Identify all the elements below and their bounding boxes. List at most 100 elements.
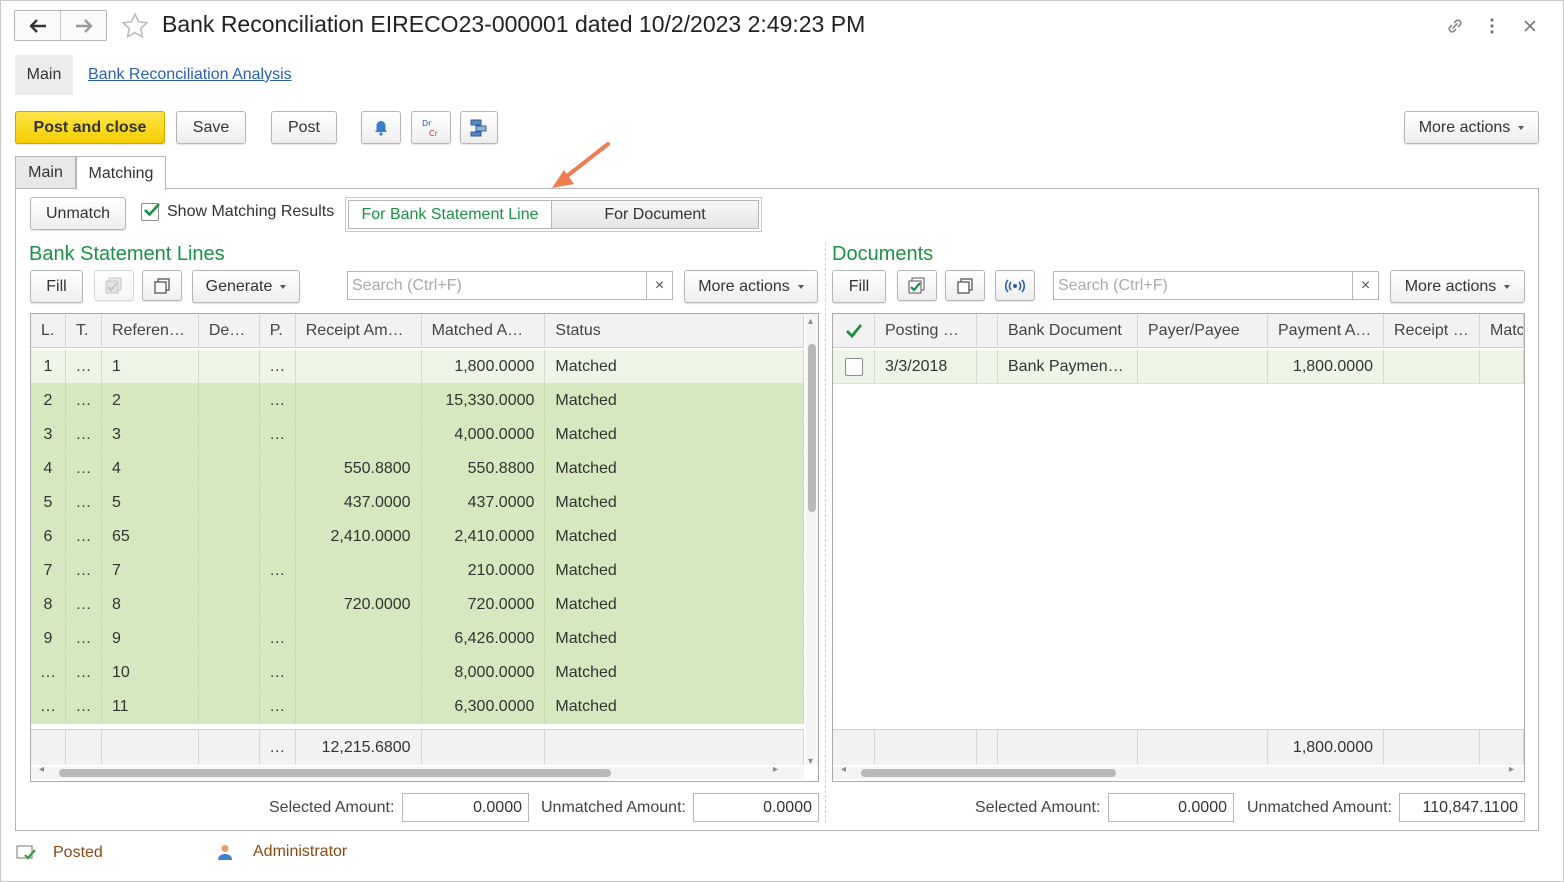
chevron-down-icon [1504, 284, 1511, 289]
documents-column-header[interactable]: Posting … [875, 314, 977, 347]
post-button[interactable]: Post [271, 111, 337, 144]
scroll-right-icon[interactable]: ▸ [773, 764, 778, 775]
doc-unmatched-amount-field[interactable]: 110,847.1100 [1399, 793, 1525, 822]
documents-more-actions-button[interactable]: More actions [1390, 270, 1525, 303]
scroll-thumb[interactable] [861, 769, 1116, 777]
reference-cell: 11 [102, 690, 199, 723]
tab-main[interactable]: Main [15, 156, 76, 189]
forward-button[interactable] [60, 11, 106, 40]
notification-button[interactable] [361, 111, 401, 144]
payee-cell: … [260, 690, 296, 723]
menu-button[interactable] [1480, 14, 1504, 38]
bank-lines-table-row[interactable]: 1… 1… 1,800.0000 Matched [31, 350, 804, 384]
bank-lines-column-header[interactable]: T. [66, 314, 102, 347]
documents-horizontal-scrollbar[interactable]: ◂ ▸ [833, 764, 1524, 779]
dr-cr-button[interactable]: Dr Cr [411, 111, 451, 144]
bank-lines-column-header[interactable]: Referen… [102, 314, 199, 347]
scroll-thumb[interactable] [808, 344, 816, 512]
documents-search-input[interactable] [1054, 272, 1352, 299]
more-actions-button[interactable]: More actions [1404, 111, 1539, 144]
close-button[interactable] [1518, 14, 1542, 38]
documents-table-row[interactable]: 3/3/2018 Bank Paymen… 1,800.0000 [833, 350, 1524, 384]
spacer-cell [977, 730, 998, 765]
bank-lines-column-header[interactable]: Receipt Am… [296, 314, 422, 347]
payee-cell: … [260, 622, 296, 655]
bank-lines-search-clear-button[interactable]: × [646, 272, 672, 299]
link-bank-reconciliation-analysis[interactable]: Bank Reconciliation Analysis [88, 66, 292, 84]
bank-lines-table-row[interactable]: 6… 65 2,410.0000 2,410.0000 Matched [31, 520, 804, 554]
post-and-close-button[interactable]: Post and close [15, 111, 165, 144]
scroll-right-icon[interactable]: ▸ [1509, 764, 1514, 775]
bank-lines-column-header[interactable]: Matched A… [422, 314, 546, 347]
structure-button[interactable] [460, 111, 498, 144]
documents-column-header[interactable]: Payment A… [1268, 314, 1384, 347]
scroll-up-icon[interactable]: ▴ [808, 316, 813, 327]
bank-lines-table-row[interactable]: 4… 4 550.8800 550.8800 Matched [31, 452, 804, 486]
payee-cell [260, 520, 296, 553]
documents-column-header[interactable]: Payer/Payee [1138, 314, 1268, 347]
description-cell [199, 656, 260, 689]
bank-lines-table-row[interactable]: 7… 7… 210.0000 Matched [31, 554, 804, 588]
bank-lines-table-row[interactable]: …… 11… 6,300.0000 Matched [31, 690, 804, 724]
documents-search-clear-button[interactable]: × [1352, 272, 1378, 299]
documents-column-header[interactable]: Bank Document [998, 314, 1138, 347]
bank-lines-search-input[interactable] [348, 272, 646, 299]
doc-selected-amount-field[interactable]: 0.0000 [1108, 793, 1234, 822]
bank-lines-select-all-button[interactable] [94, 270, 134, 301]
back-button[interactable] [15, 11, 60, 40]
status-cell: Matched [545, 350, 804, 383]
bank-lines-table-row[interactable]: 3… 3… 4,000.0000 Matched [31, 418, 804, 452]
bank-lines-header-row[interactable]: L. T. Referen… De… P. Receipt Am… Matched A… St… [31, 314, 804, 348]
documents-column-header[interactable] [833, 314, 875, 347]
documents-column-header[interactable]: Matc [1480, 314, 1524, 347]
documents-column-header[interactable]: Receipt … [1384, 314, 1480, 347]
scroll-left-icon[interactable]: ◂ [39, 764, 44, 775]
receipt-amount-cell [296, 350, 422, 383]
show-matching-results-checkbox[interactable] [141, 203, 160, 221]
favorite-star-button[interactable] [118, 9, 152, 43]
row-select-checkbox[interactable] [844, 357, 863, 376]
annotation-arrow-icon [552, 142, 610, 188]
scroll-left-icon[interactable]: ◂ [841, 764, 846, 775]
documents-select-all-button[interactable] [897, 270, 937, 301]
toggle-for-document[interactable]: For Document [552, 201, 758, 228]
documents-copy-button[interactable] [945, 270, 985, 301]
save-button[interactable]: Save [176, 111, 246, 144]
clear-icon: × [654, 276, 665, 294]
scroll-thumb[interactable] [59, 769, 611, 777]
bank-lines-column-header[interactable]: De… [199, 314, 260, 347]
toplink-main[interactable]: Main [15, 55, 73, 95]
bank-lines-table-row[interactable]: 8… 8 720.0000 720.0000 Matched [31, 588, 804, 622]
bank-lines-column-header[interactable]: L. [31, 314, 66, 347]
bank-lines-table-row[interactable]: 2… 2… 15,330.0000 Matched [31, 384, 804, 418]
bank-lines-table-row[interactable]: 5… 5 437.0000 437.0000 Matched [31, 486, 804, 520]
bank-selected-amount-field[interactable]: 0.0000 [402, 793, 529, 822]
tab-matching[interactable]: Matching [76, 156, 166, 190]
bank-lines-table-row[interactable]: …… 10… 8,000.0000 Matched [31, 656, 804, 690]
documents-fill-button[interactable]: Fill [832, 270, 886, 303]
bank-lines-horizontal-scrollbar[interactable]: ◂ ▸ [31, 764, 804, 779]
link-button[interactable] [1443, 14, 1467, 38]
status-cell: Matched [545, 520, 804, 553]
bank-lines-copy-button[interactable] [142, 270, 182, 301]
unmatch-button[interactable]: Unmatch [30, 197, 126, 230]
bank-lines-vertical-scrollbar[interactable]: ▴ ▾ [806, 314, 818, 767]
scroll-down-icon[interactable]: ▾ [808, 756, 813, 767]
show-matching-results[interactable]: Show Matching Results [141, 203, 334, 221]
check-all-icon [105, 277, 122, 293]
bank-lines-more-actions-button[interactable]: More actions [684, 270, 818, 303]
toggle-for-bank-statement-line[interactable]: For Bank Statement Line [349, 201, 552, 228]
bank-lines-column-header[interactable]: Status [545, 314, 804, 347]
documents-broadcast-button[interactable] [995, 270, 1035, 301]
description-cell [199, 418, 260, 451]
bank-unmatched-amount-field[interactable]: 0.0000 [693, 793, 819, 822]
documents-column-header[interactable] [977, 314, 998, 347]
generate-button[interactable]: Generate [192, 270, 300, 303]
match-cell [1480, 350, 1524, 383]
nav-buttons [14, 10, 107, 41]
bank-lines-column-header[interactable]: P. [260, 314, 296, 347]
panel-splitter[interactable] [825, 243, 826, 823]
bank-lines-fill-button[interactable]: Fill [30, 270, 83, 303]
documents-header-row[interactable]: Posting … Bank Document Payer/Payee Payment… [833, 314, 1524, 348]
bank-lines-table-row[interactable]: 9… 9… 6,426.0000 Matched [31, 622, 804, 656]
